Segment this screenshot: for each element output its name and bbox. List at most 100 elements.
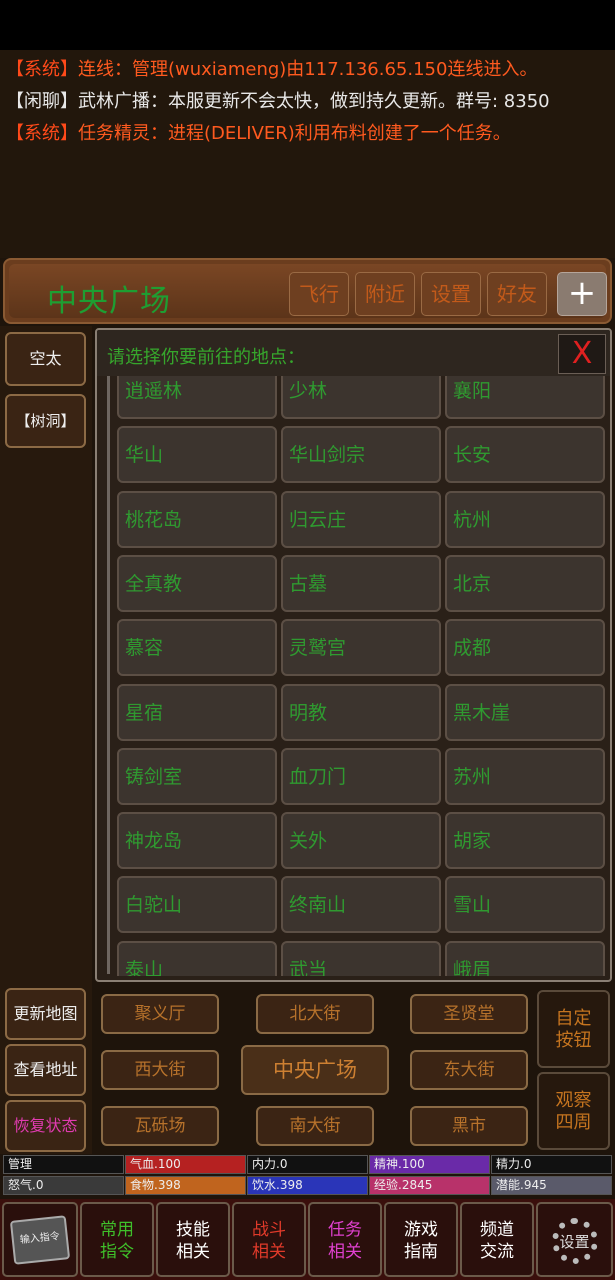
custom-button-line2: 按钮 (555, 1030, 592, 1051)
map-exit-east[interactable]: 东大街 (410, 1050, 528, 1090)
nearby-button[interactable]: 附近 (355, 272, 415, 316)
location-option[interactable]: 血刀门 (281, 747, 441, 805)
combat-line1: 战斗 (252, 1220, 286, 1240)
location-option[interactable]: 白驼山 (117, 876, 277, 934)
skills-line1: 技能 (176, 1220, 210, 1240)
common-commands-line1: 常用 (100, 1220, 134, 1240)
dialog-title: 请选择你要前往的地点： (107, 347, 305, 368)
location-option[interactable]: 神龙岛 (117, 812, 277, 870)
location-title: 中央广场 (47, 284, 171, 319)
message-line: 【系统】连线：管理(wuxiameng)由117.136.65.150连线进入。 (6, 59, 538, 80)
message-tag: 系统 (24, 123, 60, 144)
location-option[interactable]: 古墓 (281, 554, 441, 612)
stat-bar: 怒气.0 (3, 1176, 124, 1195)
message-log: 【系统】连线：管理(wuxiameng)由117.136.65.150连线进入。… (0, 50, 615, 258)
map-exit-northwest[interactable]: 聚义厅 (101, 994, 219, 1034)
settings-button[interactable]: 设置 (421, 272, 481, 316)
custom-button-line1: 自定 (555, 1008, 592, 1029)
destination-dialog: 请选择你要前往的地点： X 逍遥林 少林 襄阳华山 华山剑宗 长安桃花岛 归云庄 杭州全真教… (95, 328, 612, 982)
location-option[interactable]: 终南山 (281, 876, 441, 934)
location-option[interactable]: 全真教 (117, 554, 277, 612)
stat-bar: 气血.100 (125, 1155, 246, 1174)
map-exit-west[interactable]: 西大街 (101, 1050, 219, 1090)
location-option[interactable]: 华山 (117, 426, 277, 484)
location-option[interactable]: 归云庄 (281, 490, 441, 548)
map-exit-northeast[interactable]: 圣贤堂 (410, 994, 528, 1034)
location-option[interactable]: 峨眉 (445, 940, 605, 976)
location-option[interactable]: 黑木崖 (445, 683, 605, 741)
location-option[interactable]: 长安 (445, 426, 605, 484)
status-bars: 管理 气血.100 内力.0 精神.100 精力.0 怒气.0 食物.398 饮水.398 经验… (0, 1155, 615, 1197)
location-option[interactable]: 泰山 (117, 940, 277, 976)
location-option[interactable]: 少林 (281, 376, 441, 419)
settings-gear-button[interactable]: 设置 (536, 1202, 613, 1277)
location-grid: 逍遥林 少林 襄阳华山 华山剑宗 长安桃花岛 归云庄 杭州全真教 古墓 北京慕容 灵鹫宫 成都星宿明… (97, 376, 610, 976)
message-text: 连线：管理(wuxiameng)由117.136.65.150连线进入。 (78, 59, 538, 80)
tree-hole-entry[interactable]: 【树洞】 (5, 394, 86, 448)
stat-bar: 精力.0 (491, 1155, 612, 1174)
view-address-button[interactable]: 查看地址 (5, 1044, 86, 1096)
fly-button[interactable]: 飞行 (289, 272, 349, 316)
look-around-line1: 观察 (555, 1090, 592, 1111)
stat-bar: 内力.0 (247, 1155, 368, 1174)
map-exit-southwest[interactable]: 瓦砾场 (101, 1106, 219, 1146)
quest-line1: 任务 (328, 1220, 362, 1240)
location-option[interactable]: 北京 (445, 554, 605, 612)
look-around-button[interactable]: 观察 四周 (537, 1072, 610, 1150)
location-option[interactable]: 星宿 (117, 683, 277, 741)
skills-line2: 相关 (176, 1242, 210, 1262)
close-icon[interactable]: X (558, 334, 606, 374)
location-option[interactable]: 胡家 (445, 812, 605, 870)
location-option[interactable]: 明教 (281, 683, 441, 741)
quest-line2: 相关 (328, 1242, 362, 1262)
channel-button[interactable]: 频道 交流 (460, 1202, 534, 1277)
map-exit-southeast[interactable]: 黑市 (410, 1106, 528, 1146)
message-tag: 闲聊 (24, 91, 60, 112)
location-option[interactable]: 雪山 (445, 876, 605, 934)
scrollbar[interactable] (107, 376, 110, 974)
quest-button[interactable]: 任务 相关 (308, 1202, 382, 1277)
location-option[interactable]: 华山剑宗 (281, 426, 441, 484)
bottom-toolbar: 输入指令 常用 指令 技能 相关 战斗 相关 任务 相关 游戏 指南 频道 交流… (0, 1199, 615, 1280)
plus-icon[interactable]: + (557, 272, 607, 316)
location-option[interactable]: 襄阳 (445, 376, 605, 419)
input-command-button[interactable]: 输入指令 (2, 1202, 78, 1277)
location-option[interactable]: 武当 (281, 940, 441, 976)
player-entry[interactable]: 空太 (5, 332, 86, 386)
game-guide-line1: 游戏 (404, 1220, 438, 1240)
combat-line2: 相关 (252, 1242, 286, 1262)
common-commands-button[interactable]: 常用 指令 (80, 1202, 154, 1277)
skills-button[interactable]: 技能 相关 (156, 1202, 230, 1277)
channel-line1: 频道 (480, 1220, 514, 1240)
map-current-location[interactable]: 中央广场 (241, 1045, 389, 1095)
message-text: 任务精灵：进程(DELIVER)利用布料创建了一个任务。 (78, 123, 511, 144)
location-header: 中央广场 飞行 附近 设置 好友 + (3, 258, 612, 324)
input-command-label: 输入指令 (19, 1230, 61, 1247)
restore-status-button[interactable]: 恢复状态 (5, 1100, 86, 1152)
update-map-button[interactable]: 更新地图 (5, 988, 86, 1040)
system-status-bar (0, 0, 615, 50)
location-option[interactable]: 铸剑室 (117, 747, 277, 805)
map-exit-south[interactable]: 南大街 (256, 1106, 374, 1146)
map-exit-north[interactable]: 北大街 (256, 994, 374, 1034)
message-text: 武林广播：本服更新不会太快，做到持久更新。群号: 8350 (78, 91, 550, 112)
location-option[interactable]: 灵鹫宫 (281, 619, 441, 677)
stat-bar: 精神.100 (369, 1155, 490, 1174)
friends-button[interactable]: 好友 (487, 272, 547, 316)
location-option[interactable]: 杭州 (445, 490, 605, 548)
keyboard-icon: 输入指令 (9, 1215, 71, 1265)
look-around-line2: 四周 (555, 1112, 592, 1133)
location-option[interactable]: 苏州 (445, 747, 605, 805)
common-commands-line2: 指令 (100, 1242, 134, 1262)
combat-button[interactable]: 战斗 相关 (232, 1202, 306, 1277)
location-option[interactable]: 桃花岛 (117, 490, 277, 548)
game-guide-button[interactable]: 游戏 指南 (384, 1202, 458, 1277)
channel-line2: 交流 (480, 1242, 514, 1262)
location-option[interactable]: 逍遥林 (117, 376, 277, 419)
message-line: 【系统】任务精灵：进程(DELIVER)利用布料创建了一个任务。 (6, 123, 511, 144)
location-option[interactable]: 成都 (445, 619, 605, 677)
location-option[interactable]: 慕容 (117, 619, 277, 677)
location-option[interactable]: 关外 (281, 812, 441, 870)
custom-button[interactable]: 自定 按钮 (537, 990, 610, 1068)
game-guide-line2: 指南 (404, 1242, 438, 1262)
